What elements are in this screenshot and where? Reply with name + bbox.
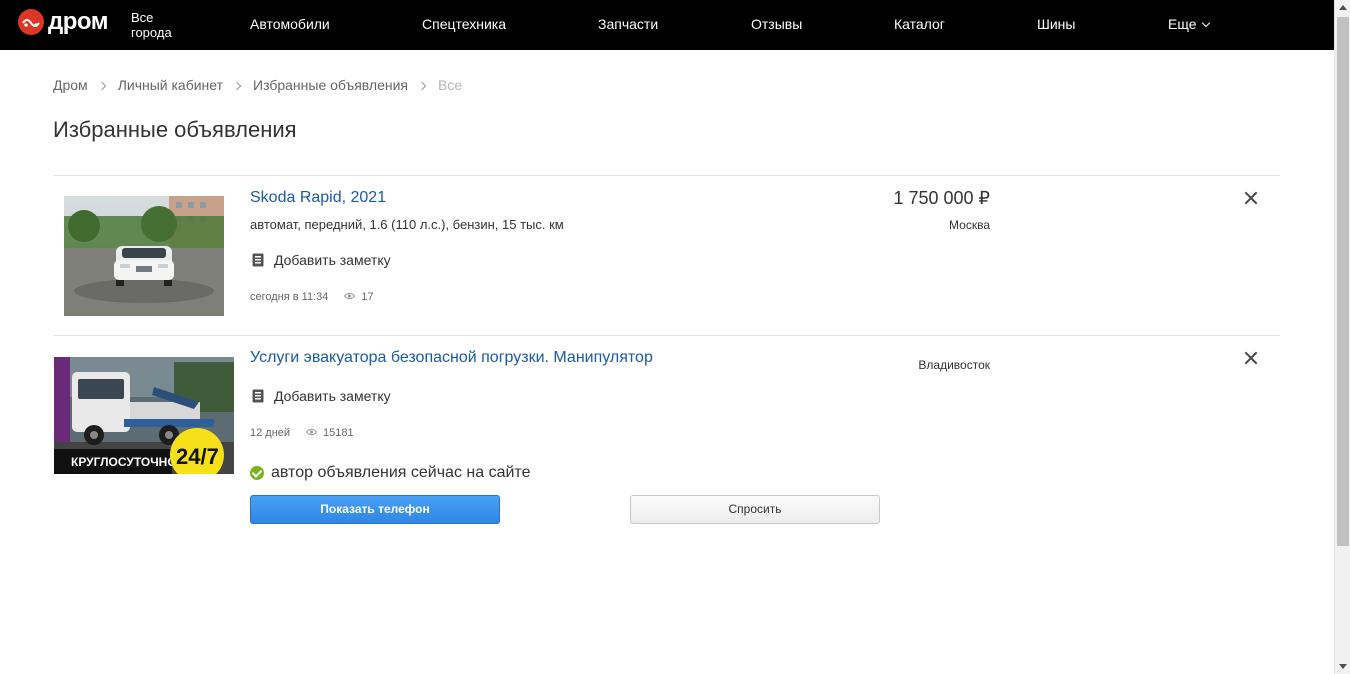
thumb-badge: 24/7: [176, 444, 219, 469]
scroll-up-arrow-icon[interactable]: [1339, 5, 1347, 10]
divider: [53, 335, 1280, 336]
listing-views: 15181: [323, 427, 354, 439]
chevron-right-icon: [232, 81, 242, 90]
divider: [53, 175, 1280, 176]
add-note-label: Добавить заметку: [274, 388, 391, 404]
drom-logo-icon: [18, 9, 44, 35]
listing-location: Владивосток: [918, 358, 990, 372]
page-title: Избранные объявления: [53, 117, 297, 142]
remove-from-favorites-close-icon[interactable]: [1244, 351, 1258, 365]
note-icon: [252, 253, 264, 267]
note-icon: [252, 389, 264, 403]
nav-item-catalog[interactable]: Каталог: [894, 16, 945, 33]
ask-button[interactable]: Спросить: [630, 495, 880, 524]
breadcrumb-favorites[interactable]: Избранные объявления: [253, 77, 408, 94]
chevron-right-icon: [97, 81, 106, 90]
listing-photo-skoda[interactable]: [64, 196, 224, 316]
breadcrumb-all: Все: [438, 77, 463, 93]
chevron-down-icon: [1201, 18, 1210, 28]
thumb-caption: КРУГЛОСУТОЧНО: [71, 455, 177, 469]
online-status-label: автор объявления сейчас на сайте: [271, 464, 531, 481]
listing-photo-tow-truck[interactable]: КРУГЛОСУТОЧНО 24/7: [54, 357, 234, 474]
remove-from-favorites-close-icon[interactable]: [1244, 191, 1258, 205]
scroll-down-arrow-icon[interactable]: [1339, 664, 1347, 669]
listing-location: Москва: [949, 218, 990, 232]
add-note-button[interactable]: Добавить заметку: [252, 252, 391, 268]
nav-item-parts[interactable]: Запчасти: [598, 16, 658, 33]
drom-logo[interactable]: дром: [18, 8, 109, 35]
nav-item-cars[interactable]: Автомобили: [250, 16, 330, 33]
top-navigation-bar: дром Все города Автомобили Спецтехника З…: [0, 0, 1334, 50]
nav-item-special-equipment[interactable]: Спецтехника: [422, 16, 506, 33]
listing-date: сегодня в 11:34: [250, 291, 329, 303]
page-scrollbar[interactable]: [1334, 0, 1350, 674]
listing-specs: автомат, передний, 1.6 (110 л.с.), бензи…: [250, 217, 564, 232]
logo-text: дром: [48, 8, 109, 35]
online-check-icon: [250, 466, 264, 480]
scrollbar-thumb[interactable]: [1337, 17, 1349, 546]
breadcrumb-account[interactable]: Личный кабинет: [118, 77, 223, 94]
listing-price: 1 750 000 ₽: [893, 188, 990, 208]
views-eye-icon: [344, 291, 356, 303]
nav-item-more[interactable]: Еще: [1168, 16, 1210, 33]
show-phone-button[interactable]: Показать телефон: [250, 495, 500, 524]
listing-views: 17: [361, 291, 374, 303]
breadcrumb: Дром Личный кабинет Избранные объявления…: [53, 77, 462, 94]
breadcrumb-drom[interactable]: Дром: [53, 77, 88, 94]
add-note-button[interactable]: Добавить заметку: [252, 388, 391, 404]
views-eye-icon: [305, 427, 318, 439]
nav-more-label: Еще: [1168, 16, 1197, 32]
nav-item-reviews[interactable]: Отзывы: [751, 16, 802, 33]
add-note-label: Добавить заметку: [274, 252, 391, 268]
city-selector[interactable]: Все города: [131, 10, 191, 40]
listing-title-link[interactable]: Услуги эвакуатора безопасной погрузки. М…: [250, 348, 653, 368]
chevron-right-icon: [417, 81, 427, 90]
nav-item-tires[interactable]: Шины: [1037, 16, 1075, 33]
listing-date: 12 дней: [250, 427, 291, 439]
listing-meta: 12 дней 15181: [250, 427, 354, 439]
listing-title-link[interactable]: Skoda Rapid, 2021: [250, 188, 386, 208]
seller-online-status: автор объявления сейчас на сайте: [250, 464, 530, 482]
listing-meta: сегодня в 11:34 17: [250, 291, 374, 303]
